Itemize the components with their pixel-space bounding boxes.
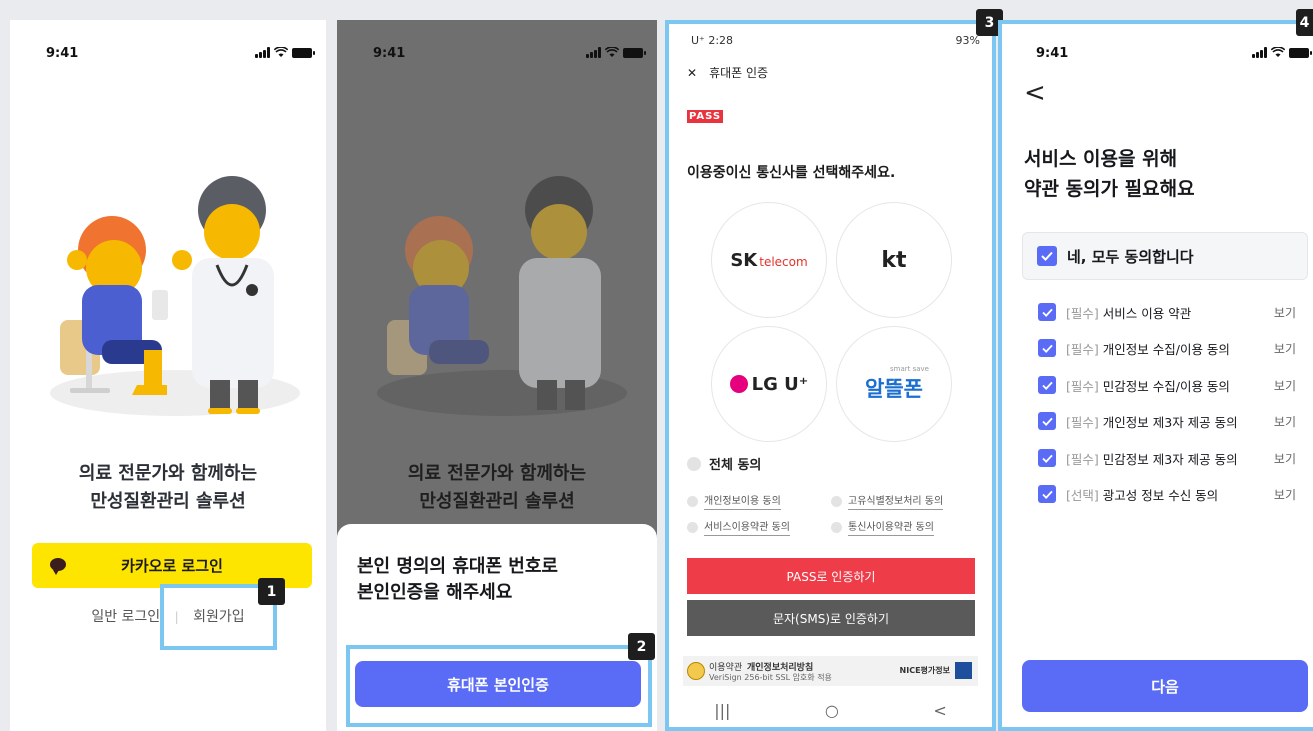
- wifi-icon: [274, 47, 288, 57]
- headline-line1: 의료 전문가와 함께하는: [78, 463, 258, 484]
- headline-line1: 의료 전문가와 함께하는: [407, 463, 587, 484]
- headline-line2: 만성질환관리 솔루션: [419, 491, 575, 512]
- sheet-title: 본인 명의의 휴대폰 번호로 본인인증을 해주세요: [357, 554, 617, 606]
- doctor-patient-illustration: [42, 140, 302, 420]
- headline: 의료 전문가와 함께하는 만성질환관리 솔루션: [10, 460, 326, 516]
- status-bar: 9:41: [10, 44, 326, 64]
- kakao-chat-icon: [50, 558, 66, 575]
- verify-highlight: [346, 645, 652, 727]
- pass-highlight: [665, 20, 996, 731]
- battery-icon: [623, 48, 646, 58]
- step-badge-2: 2: [628, 633, 655, 660]
- terms-highlight: [998, 20, 1313, 731]
- status-time: 9:41: [46, 46, 79, 61]
- step-badge-1: 1: [258, 578, 285, 605]
- screen-verify-sheet: 9:41 의료 전문가와 함께하는 만성질환관리 솔루션 본인 명의의 휴대폰 …: [337, 20, 657, 731]
- headline: 의료 전문가와 함께하는 만성질환관리 솔루션: [337, 460, 657, 516]
- doctor-patient-illustration: [369, 140, 629, 420]
- sheet-title-line2: 본인인증을 해주세요: [357, 582, 513, 603]
- status-icons: [255, 47, 315, 58]
- headline-line2: 만성질환관리 솔루션: [90, 491, 246, 512]
- kakao-login-label: 카카오로 로그인: [121, 557, 223, 575]
- signal-icon: [586, 47, 601, 58]
- status-time: 9:41: [373, 46, 406, 61]
- general-login-link[interactable]: 일반 로그인: [91, 606, 160, 626]
- wifi-icon: [605, 47, 619, 57]
- battery-icon: [292, 48, 315, 58]
- sheet-title-line1: 본인 명의의 휴대폰 번호로: [357, 556, 558, 577]
- step-badge-4: 4: [1296, 9, 1313, 36]
- status-icons: [586, 47, 646, 58]
- signal-icon: [255, 47, 270, 58]
- status-bar: 9:41: [337, 44, 657, 64]
